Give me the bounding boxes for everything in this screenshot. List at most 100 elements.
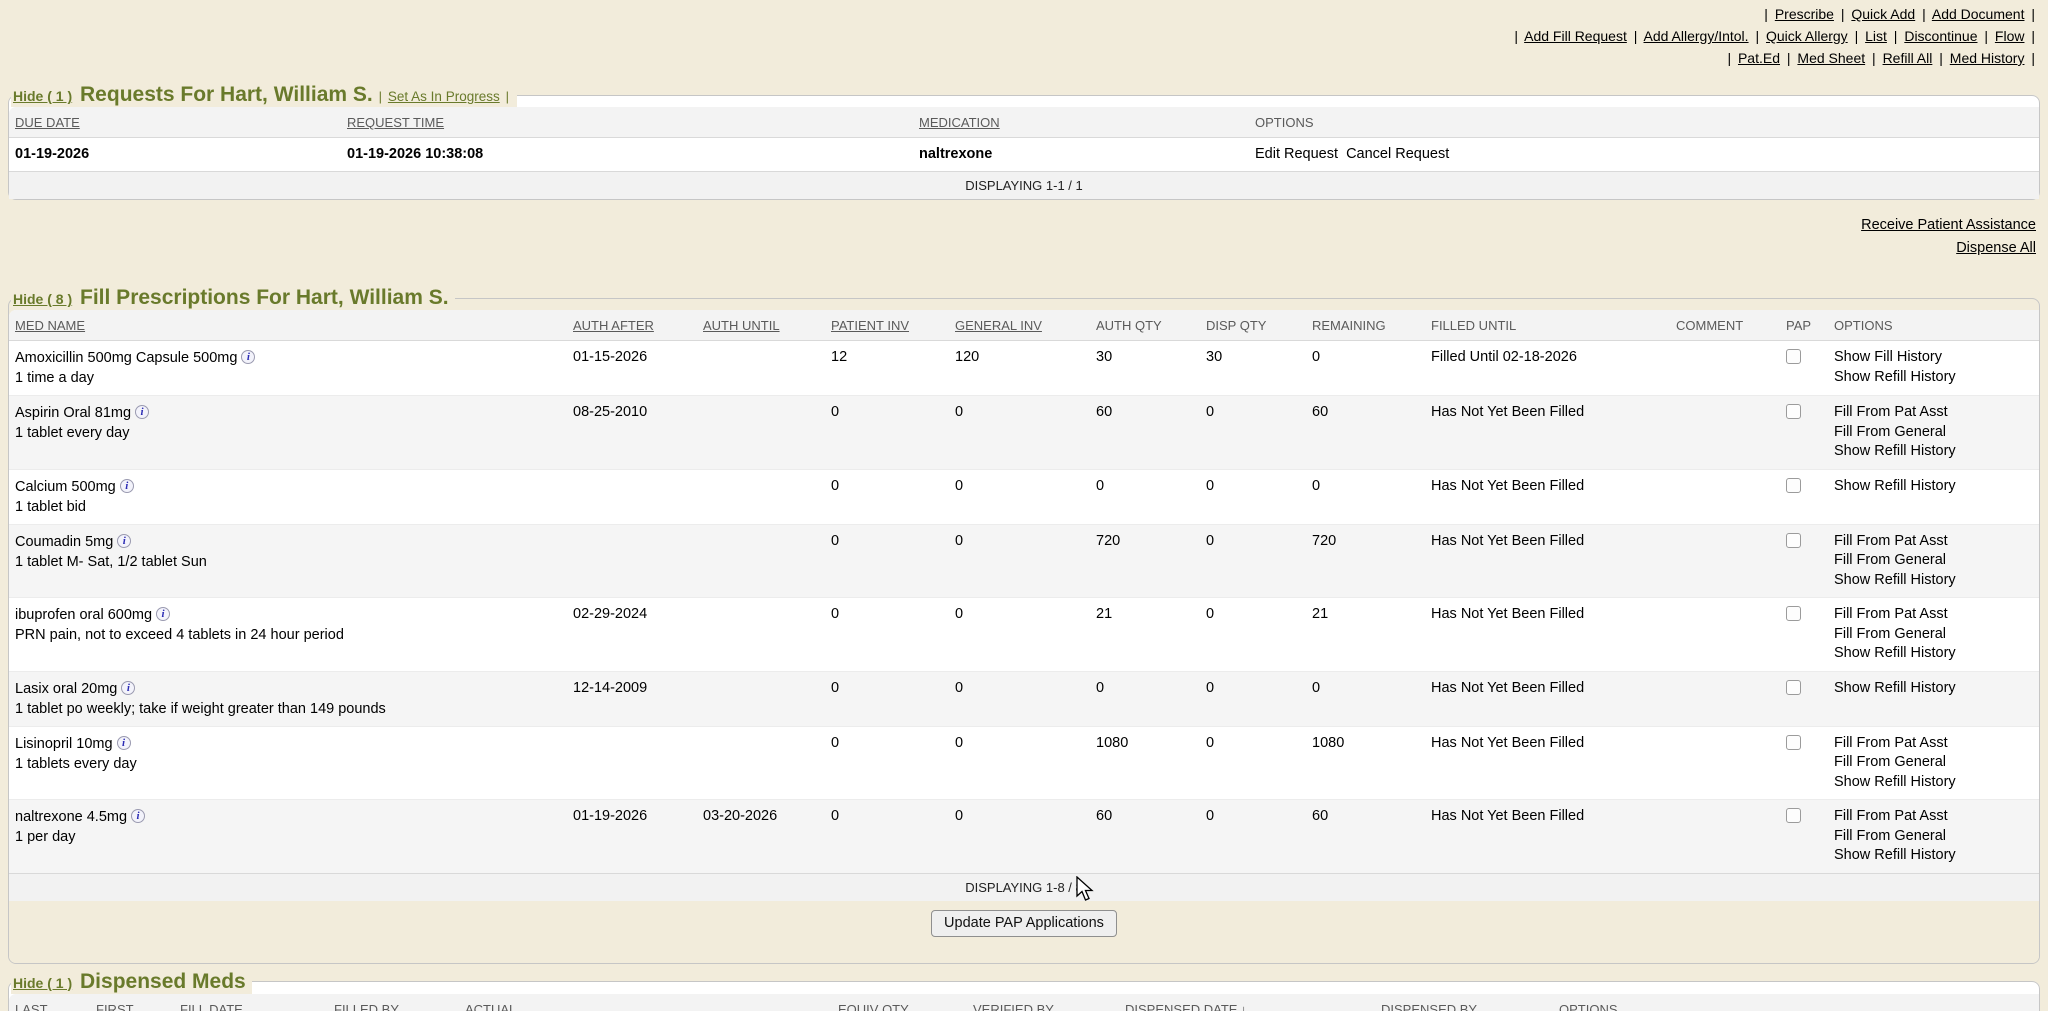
auth-qty-cell: 1080 — [1090, 726, 1200, 800]
info-icon[interactable]: i — [117, 534, 131, 548]
legend-separator: | — [504, 89, 511, 104]
menu-item-flow[interactable]: Flow — [1995, 28, 2025, 44]
option-link[interactable]: Fill From General — [1834, 754, 1946, 770]
sort-descending-icon[interactable]: ↓ — [1237, 1002, 1247, 1011]
fill-hide-link[interactable]: Hide ( 8 ) — [13, 291, 72, 307]
dispensed-header-last-label[interactable]: LAST — [15, 1002, 48, 1011]
info-icon[interactable]: i — [135, 405, 149, 419]
info-icon[interactable]: i — [121, 681, 135, 695]
pap-checkbox[interactable] — [1786, 404, 1801, 419]
fill-header-med-name[interactable]: MED NAME — [9, 310, 567, 341]
option-link[interactable]: Fill From Pat Asst — [1834, 808, 1948, 824]
dispensed-header-dispensed-by-label[interactable]: DISPENSED BY — [1381, 1002, 1477, 1011]
fill-header-general-inv-label[interactable]: GENERAL INV — [955, 318, 1042, 333]
dispensed-header-first[interactable]: FIRST — [90, 994, 174, 1011]
option-link[interactable]: Show Refill History — [1834, 847, 1956, 863]
requests-header-medication[interactable]: MEDICATION — [913, 107, 1249, 138]
fill-header-auth-until-label[interactable]: AUTH UNTIL — [703, 318, 780, 333]
comment-cell — [1670, 469, 1780, 524]
option-link[interactable]: Show Refill History — [1834, 369, 1956, 385]
option-link[interactable]: Fill From General — [1834, 552, 1946, 568]
option-link[interactable]: Show Refill History — [1834, 680, 1956, 696]
dispensed-header-verified-by-label[interactable]: VERIFIED BY — [973, 1002, 1054, 1011]
menu-item-med-sheet[interactable]: Med Sheet — [1797, 50, 1865, 66]
general-inv-cell: 120 — [949, 341, 1090, 396]
option-link[interactable]: Show Fill History — [1834, 349, 1942, 365]
menu-item-prescribe[interactable]: Prescribe — [1775, 6, 1834, 22]
info-icon[interactable]: i — [156, 607, 170, 621]
info-icon[interactable]: i — [120, 479, 134, 493]
pap-checkbox[interactable] — [1786, 349, 1801, 364]
dispensed-header-last[interactable]: LAST — [9, 994, 90, 1011]
dispensed-header-equiv-qty-label[interactable]: EQUIV QTY — [838, 1002, 909, 1011]
option-link[interactable]: Fill From General — [1834, 626, 1946, 642]
dispensed-header-first-label[interactable]: FIRST — [96, 1002, 134, 1011]
dispensed-header-fill-date-label[interactable]: FILL DATE — [180, 1002, 243, 1011]
patient-inv-cell: 0 — [825, 598, 949, 672]
menu-item-med-history[interactable]: Med History — [1950, 50, 2025, 66]
fill-header-patient-inv-label[interactable]: PATIENT INV — [831, 318, 909, 333]
dispensed-hide-link[interactable]: Hide ( 1 ) — [13, 975, 72, 991]
option-link[interactable]: Fill From General — [1834, 828, 1946, 844]
menu-item-add-allergy-intol[interactable]: Add Allergy/Intol. — [1644, 28, 1749, 44]
option-link[interactable]: Fill From Pat Asst — [1834, 533, 1948, 549]
requests-header-request-time-label[interactable]: REQUEST TIME — [347, 115, 444, 130]
option-link[interactable]: Show Refill History — [1834, 478, 1956, 494]
pap-checkbox[interactable] — [1786, 606, 1801, 621]
dispensed-header-filled-by-label[interactable]: FILLED BY — [334, 1002, 399, 1011]
option-link[interactable]: Show Refill History — [1834, 774, 1956, 790]
menu-item-add-fill-request[interactable]: Add Fill Request — [1524, 28, 1627, 44]
fill-header-auth-after[interactable]: AUTH AFTER — [567, 310, 697, 341]
options-cell: Fill From Pat Asst Fill From General Sho… — [1828, 396, 2039, 470]
fill-header-auth-after-label[interactable]: AUTH AFTER — [573, 318, 654, 333]
dispensed-header-filled-by[interactable]: FILLED BY — [328, 994, 459, 1011]
auth-until-cell: 03-20-2026 — [697, 800, 825, 874]
option-link[interactable]: Show Refill History — [1834, 572, 1956, 588]
info-icon[interactable]: i — [131, 809, 145, 823]
fill-header-patient-inv[interactable]: PATIENT INV — [825, 310, 949, 341]
dispensed-header-equiv-qty[interactable]: EQUIV QTY — [832, 994, 967, 1011]
requests-header-request-time[interactable]: REQUEST TIME — [341, 107, 913, 138]
edit-request-link[interactable]: Edit Request — [1255, 145, 1338, 164]
option-link[interactable]: Fill From Pat Asst — [1834, 735, 1948, 751]
patient-inv-cell: 0 — [825, 396, 949, 470]
menu-item-list[interactable]: List — [1865, 28, 1887, 44]
pap-checkbox[interactable] — [1786, 478, 1801, 493]
menu-item-pat-ed[interactable]: Pat.Ed — [1738, 50, 1780, 66]
fill-header-auth-until[interactable]: AUTH UNTIL — [697, 310, 825, 341]
menu-item-quick-allergy[interactable]: Quick Allergy — [1766, 28, 1848, 44]
menu-item-discontinue[interactable]: Discontinue — [1904, 28, 1977, 44]
menu-item-quick-add[interactable]: Quick Add — [1851, 6, 1915, 22]
dispensed-header-verified-by[interactable]: VERIFIED BY — [967, 994, 1119, 1011]
info-icon[interactable]: i — [117, 736, 131, 750]
patient-inv-cell: 0 — [825, 671, 949, 726]
pap-checkbox[interactable] — [1786, 735, 1801, 750]
menu-item-refill-all[interactable]: Refill All — [1883, 50, 1933, 66]
fill-header-general-inv[interactable]: GENERAL INV — [949, 310, 1090, 341]
dispensed-header-dispensed-date-label[interactable]: DISPENSED DATE — [1125, 1002, 1237, 1011]
menu-item-add-document[interactable]: Add Document — [1932, 6, 2025, 22]
option-link[interactable]: Show Refill History — [1834, 443, 1956, 459]
option-link[interactable]: Show Refill History — [1834, 645, 1956, 661]
pap-checkbox[interactable] — [1786, 533, 1801, 548]
patient-inv-cell: 0 — [825, 726, 949, 800]
set-as-in-progress-link[interactable]: Set As In Progress — [388, 89, 500, 104]
option-link[interactable]: Fill From General — [1834, 424, 1946, 440]
option-link[interactable]: Fill From Pat Asst — [1834, 606, 1948, 622]
requests-header-medication-label[interactable]: MEDICATION — [919, 115, 1000, 130]
info-icon[interactable]: i — [241, 350, 255, 364]
dispensed-header-dispensed-date[interactable]: DISPENSED DATE↓ — [1119, 994, 1375, 1011]
cancel-request-link[interactable]: Cancel Request — [1346, 145, 1449, 164]
update-pap-applications-button[interactable]: Update PAP Applications — [931, 910, 1117, 937]
requests-header-due-date-label[interactable]: DUE DATE — [15, 115, 80, 130]
fill-header-med-name-label[interactable]: MED NAME — [15, 318, 85, 333]
pap-checkbox[interactable] — [1786, 680, 1801, 695]
dispense-all-link[interactable]: Dispense All — [0, 237, 2036, 260]
requests-header-due-date[interactable]: DUE DATE — [9, 107, 341, 138]
receive-patient-assistance-link[interactable]: Receive Patient Assistance — [0, 214, 2036, 237]
requests-hide-link[interactable]: Hide ( 1 ) — [13, 88, 72, 104]
option-link[interactable]: Fill From Pat Asst — [1834, 404, 1948, 420]
pap-checkbox[interactable] — [1786, 808, 1801, 823]
dispensed-header-dispensed-by[interactable]: DISPENSED BY — [1375, 994, 1553, 1011]
dispensed-header-fill-date[interactable]: FILL DATE — [174, 994, 328, 1011]
